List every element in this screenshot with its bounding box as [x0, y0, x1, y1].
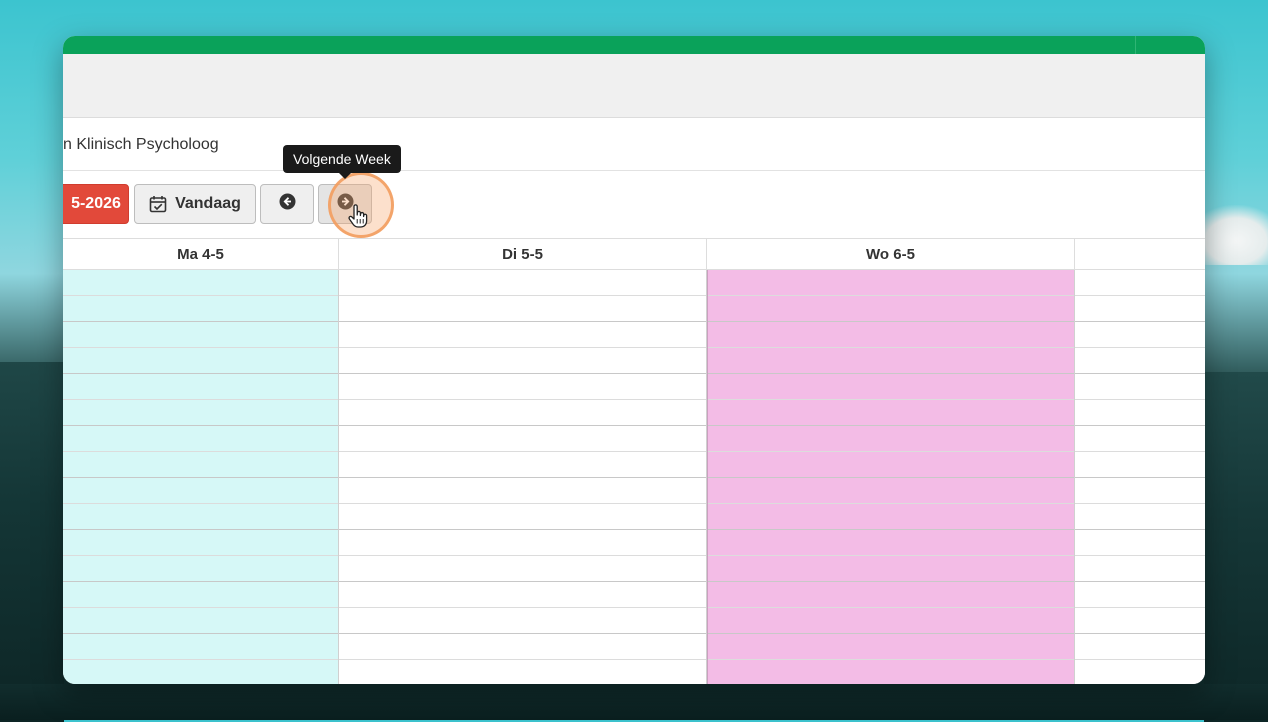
day-header-monday: Ma 4-5: [63, 239, 339, 270]
day-column-thursday[interactable]: [1075, 270, 1205, 684]
previous-week-button[interactable]: [260, 184, 314, 224]
date-label: 5-2026: [71, 195, 121, 212]
header-bar: [63, 54, 1205, 118]
top-accent-bar: [63, 36, 1205, 54]
arrow-left-circle-icon: [279, 193, 296, 215]
background-ground: [0, 684, 1268, 720]
day-column-tuesday[interactable]: [339, 270, 707, 684]
date-picker-button[interactable]: 5-2026: [63, 184, 129, 224]
calendar-toolbar: 5-2026 Vandaag: [63, 171, 1205, 239]
page-title: n Klinisch Psycholoog: [63, 136, 219, 153]
day-header-tuesday: Di 5-5: [339, 239, 707, 270]
day-header-wednesday: Wo 6-5: [707, 239, 1075, 270]
today-label: Vandaag: [175, 195, 241, 212]
day-column-monday[interactable]: [63, 270, 339, 684]
background-mountain-right: [1204, 372, 1268, 722]
today-button[interactable]: Vandaag: [134, 184, 256, 224]
calendar-check-icon: [149, 195, 167, 213]
next-week-tooltip: Volgende Week: [283, 145, 401, 179]
day-column-wednesday[interactable]: [707, 270, 1075, 684]
background-mountain-left: [0, 362, 64, 722]
top-bar-segment: [1135, 36, 1205, 54]
title-row: n Klinisch Psycholoog: [63, 118, 1205, 171]
day-header-thursday: [1075, 239, 1205, 270]
app-window: n Klinisch Psycholoog 5-2026 Vandaag Ma …: [63, 36, 1205, 684]
tooltip-label: Volgende Week: [293, 151, 391, 167]
hand-pointer-icon: [348, 204, 368, 233]
